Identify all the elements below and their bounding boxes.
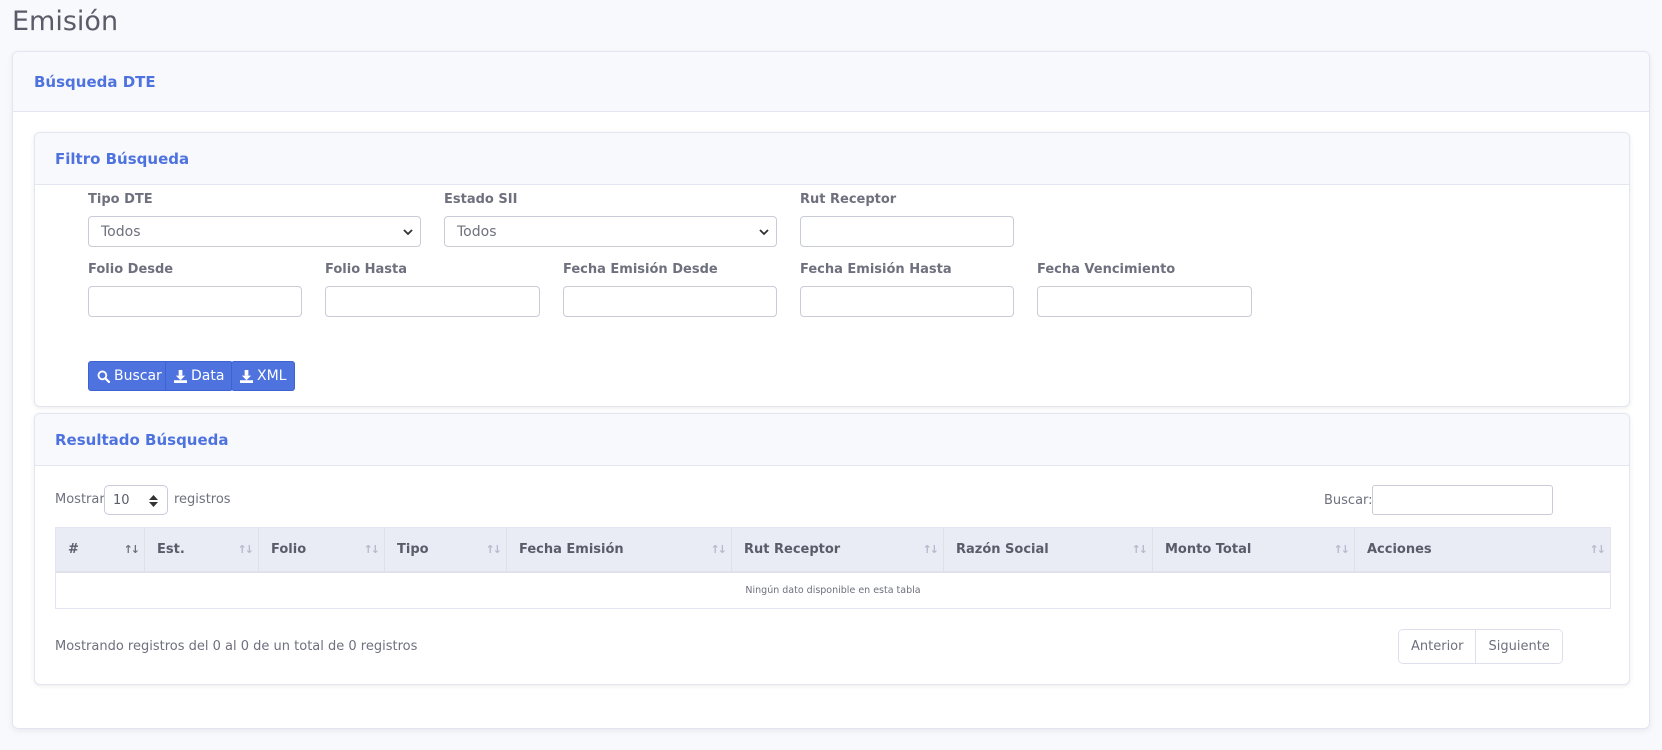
- fecha-vencimiento-label: Fecha Vencimiento: [1037, 262, 1176, 277]
- download-icon: [240, 369, 253, 383]
- xml-download-button[interactable]: XML: [231, 361, 296, 391]
- table-header: # ↑↓ Est. ↑↓ Folio ↑↓ Tipo ↑↓ Fecha Emis…: [56, 528, 1610, 573]
- tipo-dte-label: Tipo DTE: [88, 192, 153, 207]
- sort-icon: ↑↓: [485, 543, 503, 556]
- table-info: Mostrando registros del 0 al 0 de un tot…: [55, 639, 418, 654]
- data-label: Data: [191, 368, 225, 384]
- page-length-value: 10: [113, 492, 130, 508]
- next-page-button[interactable]: Siguiente: [1475, 630, 1562, 663]
- length-prefix: Mostrar: [55, 492, 105, 507]
- empty-table-row: Ningún dato disponible en esta tabla: [56, 573, 1610, 608]
- chevron-down-icon: [403, 229, 413, 236]
- estado-sii-value: Todos: [457, 223, 497, 240]
- search-label: Buscar:: [1324, 493, 1373, 508]
- fecha-emision-desde-input[interactable]: [563, 286, 777, 317]
- pagination: Anterior Siguiente: [1398, 629, 1563, 664]
- column-label: #: [68, 542, 79, 557]
- rut-receptor-input[interactable]: [800, 216, 1014, 247]
- estado-sii-label: Estado SII: [444, 192, 518, 207]
- filter-title: Filtro Búsqueda: [55, 149, 190, 168]
- folio-desde-input[interactable]: [88, 286, 302, 317]
- results-title: Resultado Búsqueda: [55, 430, 229, 449]
- fecha-emision-desde-label: Fecha Emisión Desde: [563, 262, 718, 277]
- previous-page-button[interactable]: Anterior: [1399, 630, 1476, 663]
- column-header-acciones[interactable]: Acciones ↑↓: [1355, 528, 1610, 571]
- tipo-dte-select[interactable]: Todos: [88, 216, 421, 247]
- search-input[interactable]: [1372, 485, 1553, 515]
- column-label: Folio: [271, 542, 307, 557]
- column-label: Razón Social: [956, 542, 1049, 557]
- search-icon: [97, 370, 110, 383]
- column-header-est[interactable]: Est. ↑↓: [145, 528, 259, 571]
- folio-desde-label: Folio Desde: [88, 262, 174, 277]
- sort-icon: ↑↓: [363, 543, 381, 556]
- results-card: Resultado Búsqueda Mostrar 10 registros …: [34, 413, 1630, 685]
- column-label: Fecha Emisión: [519, 542, 624, 557]
- buscar-button[interactable]: Buscar: [88, 361, 171, 391]
- busqueda-dte-header: Búsqueda DTE: [13, 52, 1649, 112]
- length-suffix: registros: [174, 492, 231, 507]
- sort-icon: ↑↓: [1589, 543, 1607, 556]
- column-header-number[interactable]: # ↑↓: [56, 528, 145, 571]
- column-header-tipo[interactable]: Tipo ↑↓: [385, 528, 507, 571]
- column-header-rut-receptor[interactable]: Rut Receptor ↑↓: [732, 528, 944, 571]
- fecha-emision-hasta-label: Fecha Emisión Hasta: [800, 262, 952, 277]
- results-header: Resultado Búsqueda: [35, 414, 1629, 466]
- busqueda-dte-card: Búsqueda DTE Filtro Búsqueda Tipo DTE To…: [12, 51, 1650, 729]
- column-header-fecha-emision[interactable]: Fecha Emisión ↑↓: [507, 528, 732, 571]
- updown-icon: [149, 495, 158, 507]
- column-label: Est.: [157, 542, 185, 557]
- page-length-select[interactable]: 10: [104, 485, 168, 515]
- estado-sii-select[interactable]: Todos: [444, 216, 777, 247]
- download-icon: [174, 369, 187, 383]
- column-header-folio[interactable]: Folio ↑↓: [259, 528, 385, 571]
- chevron-down-icon: [759, 229, 769, 236]
- column-header-razon-social[interactable]: Razón Social ↑↓: [944, 528, 1153, 571]
- fecha-emision-hasta-input[interactable]: [800, 286, 1014, 317]
- data-download-button[interactable]: Data: [165, 361, 234, 391]
- filter-card: Filtro Búsqueda Tipo DTE Todos Estado SI…: [34, 132, 1630, 407]
- buscar-label: Buscar: [114, 368, 162, 384]
- busqueda-dte-title: Búsqueda DTE: [34, 72, 156, 91]
- sort-icon: ↑↓: [123, 543, 141, 556]
- folio-hasta-label: Folio Hasta: [325, 262, 408, 277]
- page-title: Emisión: [12, 6, 119, 37]
- fecha-vencimiento-input[interactable]: [1037, 286, 1252, 317]
- sort-icon: ↑↓: [922, 543, 940, 556]
- sort-icon: ↑↓: [1131, 543, 1149, 556]
- tipo-dte-value: Todos: [101, 223, 141, 240]
- folio-hasta-input[interactable]: [325, 286, 540, 317]
- xml-label: XML: [257, 368, 287, 384]
- column-header-monto-total[interactable]: Monto Total ↑↓: [1153, 528, 1355, 571]
- column-label: Acciones: [1367, 542, 1432, 557]
- sort-icon: ↑↓: [1333, 543, 1351, 556]
- filter-header: Filtro Búsqueda: [35, 133, 1629, 185]
- column-label: Monto Total: [1165, 542, 1252, 557]
- sort-icon: ↑↓: [710, 543, 728, 556]
- column-label: Tipo: [397, 542, 429, 557]
- results-table: # ↑↓ Est. ↑↓ Folio ↑↓ Tipo ↑↓ Fecha Emis…: [55, 527, 1611, 609]
- sort-icon: ↑↓: [237, 543, 255, 556]
- column-label: Rut Receptor: [744, 542, 841, 557]
- rut-receptor-label: Rut Receptor: [800, 192, 897, 207]
- empty-message: Ningún dato disponible en esta tabla: [745, 585, 921, 596]
